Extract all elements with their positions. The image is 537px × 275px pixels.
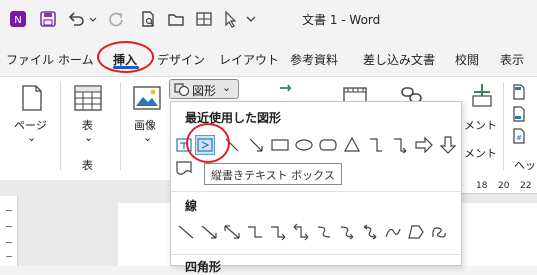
pages-chevron[interactable]: ⌄ <box>27 131 36 144</box>
right-arrow-icon[interactable] <box>414 135 434 155</box>
vertical-text-box-icon[interactable] <box>195 135 215 155</box>
elbow-connector-icon[interactable] <box>366 135 386 155</box>
tab-view[interactable]: 表示 <box>500 51 524 68</box>
comment-label-2[interactable]: メント <box>464 145 497 161</box>
group-separator <box>120 82 121 170</box>
curved-connector-icon[interactable] <box>314 222 334 242</box>
ruler-mark: 20 <box>498 181 510 191</box>
folder-icon[interactable] <box>166 9 186 29</box>
section-divider <box>171 191 461 192</box>
tab-mailings[interactable]: 差し込み文書 <box>363 51 435 68</box>
recent-shapes-title: 最近使用した図形 <box>185 111 282 125</box>
oval-icon[interactable] <box>294 135 314 155</box>
print-preview-icon[interactable] <box>138 9 158 29</box>
undo-icon[interactable] <box>66 9 86 29</box>
lines-title: 線 <box>185 199 198 213</box>
tab-references[interactable]: 参考資料 <box>290 51 338 68</box>
curve-icon[interactable] <box>383 222 403 242</box>
shapes-button[interactable]: 図形 ⌄ <box>169 79 239 99</box>
group-separator <box>60 82 61 170</box>
vertical-text-box-tooltip: 縦書きテキスト ボックス <box>204 163 342 185</box>
table-chevron[interactable]: ⌄ <box>84 131 93 144</box>
down-arrow-icon[interactable] <box>438 135 458 155</box>
svg-text:N: N <box>14 15 21 26</box>
comment-label[interactable]: メント <box>464 117 497 133</box>
tab-review[interactable]: 校閲 <box>455 51 479 68</box>
elbow-arrow-connector-icon[interactable] <box>390 135 410 155</box>
undo-dropdown-icon[interactable] <box>88 9 98 29</box>
image-icon[interactable] <box>133 86 161 110</box>
page-number-icon[interactable]: # <box>512 128 526 144</box>
cursor-icon[interactable] <box>222 9 240 29</box>
tab-layout[interactable]: レイアウト <box>219 51 279 68</box>
customize-qa-icon[interactable] <box>244 9 258 29</box>
table-group-label: 表 <box>82 159 93 172</box>
onenote-icon[interactable]: N <box>8 9 28 29</box>
rectangles-title: 四角形 <box>185 260 222 274</box>
elbow-connector-line-icon[interactable] <box>245 222 265 242</box>
horizontal-ruler[interactable]: 18 20 22 <box>462 180 537 194</box>
header-group-label: ヘッ <box>514 159 536 172</box>
redo-icon[interactable] <box>106 9 126 29</box>
elbow-arrow-line-icon[interactable] <box>268 222 288 242</box>
footer-icon[interactable] <box>512 106 526 122</box>
section-divider <box>171 254 461 255</box>
shapes-icon <box>174 83 190 97</box>
save-icon[interactable] <box>38 9 58 29</box>
ruler-mark: 22 <box>520 181 532 191</box>
horizontal-text-box-icon[interactable] <box>174 135 194 155</box>
document-title: 文書 1 - Word <box>302 13 381 27</box>
pages-icon[interactable] <box>20 84 44 112</box>
svg-text:#: # <box>516 134 522 142</box>
comment-icon[interactable] <box>470 82 494 108</box>
elbow-double-arrow-icon[interactable] <box>291 222 311 242</box>
group-separator <box>503 82 504 170</box>
scribble-icon[interactable] <box>429 222 449 242</box>
rectangle-icon[interactable] <box>270 135 290 155</box>
tab-home[interactable]: ホーム <box>58 51 94 68</box>
header-icon[interactable] <box>512 84 526 100</box>
line-shape-icon[interactable] <box>176 222 196 242</box>
active-tab-indicator <box>113 66 139 69</box>
flowchart-document-icon[interactable] <box>174 158 194 178</box>
double-arrow-icon[interactable] <box>222 222 242 242</box>
freeform-icon[interactable] <box>406 222 426 242</box>
line-icon[interactable] <box>222 135 242 155</box>
table-icon[interactable] <box>73 84 103 112</box>
shapes-chevron-icon: ⌄ <box>222 81 232 94</box>
smartart-icon[interactable] <box>278 81 298 95</box>
tab-file[interactable]: ファイル <box>6 51 54 68</box>
triangle-icon[interactable] <box>342 135 362 155</box>
arrow-line-icon[interactable] <box>246 135 266 155</box>
tab-design[interactable]: デザイン <box>157 51 205 68</box>
curved-arrow-connector-icon[interactable] <box>337 222 357 242</box>
image-chevron[interactable]: ⌄ <box>143 131 152 144</box>
vertical-ruler[interactable] <box>0 196 18 266</box>
arrow-shape-icon[interactable] <box>199 222 219 242</box>
shapes-label: 図形 <box>192 84 217 98</box>
draw-table-icon[interactable] <box>194 9 214 29</box>
curved-double-arrow-icon[interactable] <box>360 222 380 242</box>
ruler-mark: 18 <box>476 181 488 191</box>
rounded-rectangle-icon[interactable] <box>318 135 338 155</box>
